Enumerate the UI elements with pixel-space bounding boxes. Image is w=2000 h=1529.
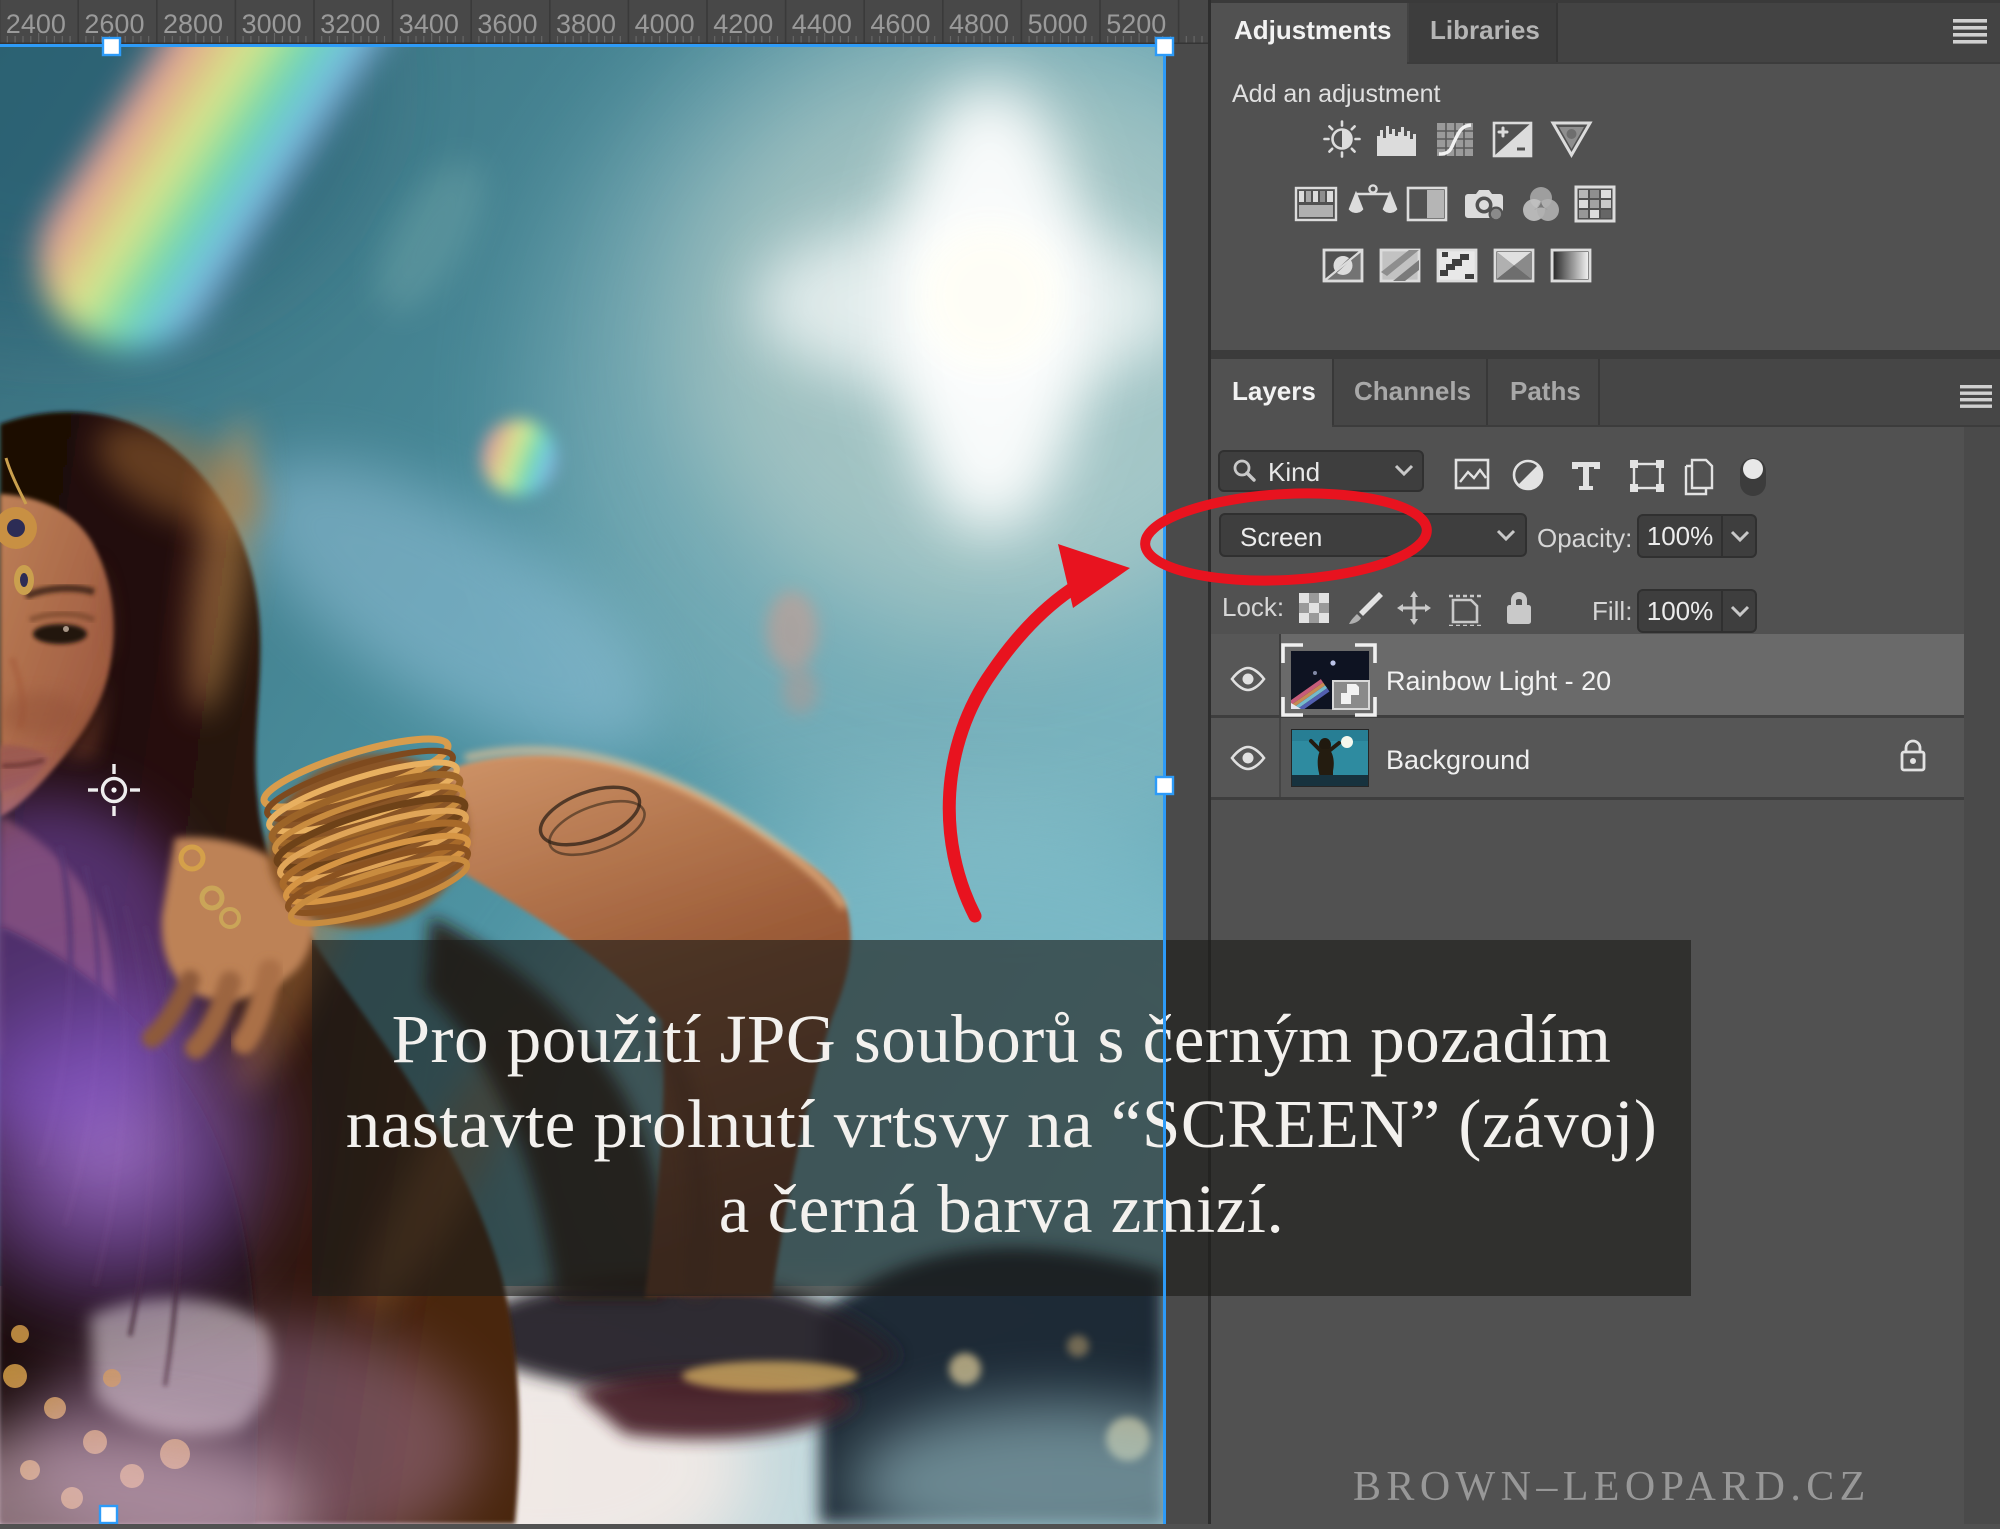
svg-text:4200: 4200 — [713, 9, 773, 39]
svg-text:4000: 4000 — [635, 9, 695, 39]
svg-text:2600: 2600 — [84, 9, 144, 39]
svg-text:4800: 4800 — [949, 9, 1009, 39]
svg-text:2800: 2800 — [163, 9, 223, 39]
svg-text:5200: 5200 — [1106, 9, 1166, 39]
svg-text:3200: 3200 — [320, 9, 380, 39]
svg-text:3600: 3600 — [477, 9, 537, 39]
svg-text:4600: 4600 — [870, 9, 930, 39]
svg-text:2400: 2400 — [6, 9, 66, 39]
svg-text:4400: 4400 — [792, 9, 852, 39]
svg-text:3400: 3400 — [399, 9, 459, 39]
svg-text:3800: 3800 — [556, 9, 616, 39]
svg-text:5000: 5000 — [1028, 9, 1088, 39]
svg-text:3000: 3000 — [242, 9, 302, 39]
